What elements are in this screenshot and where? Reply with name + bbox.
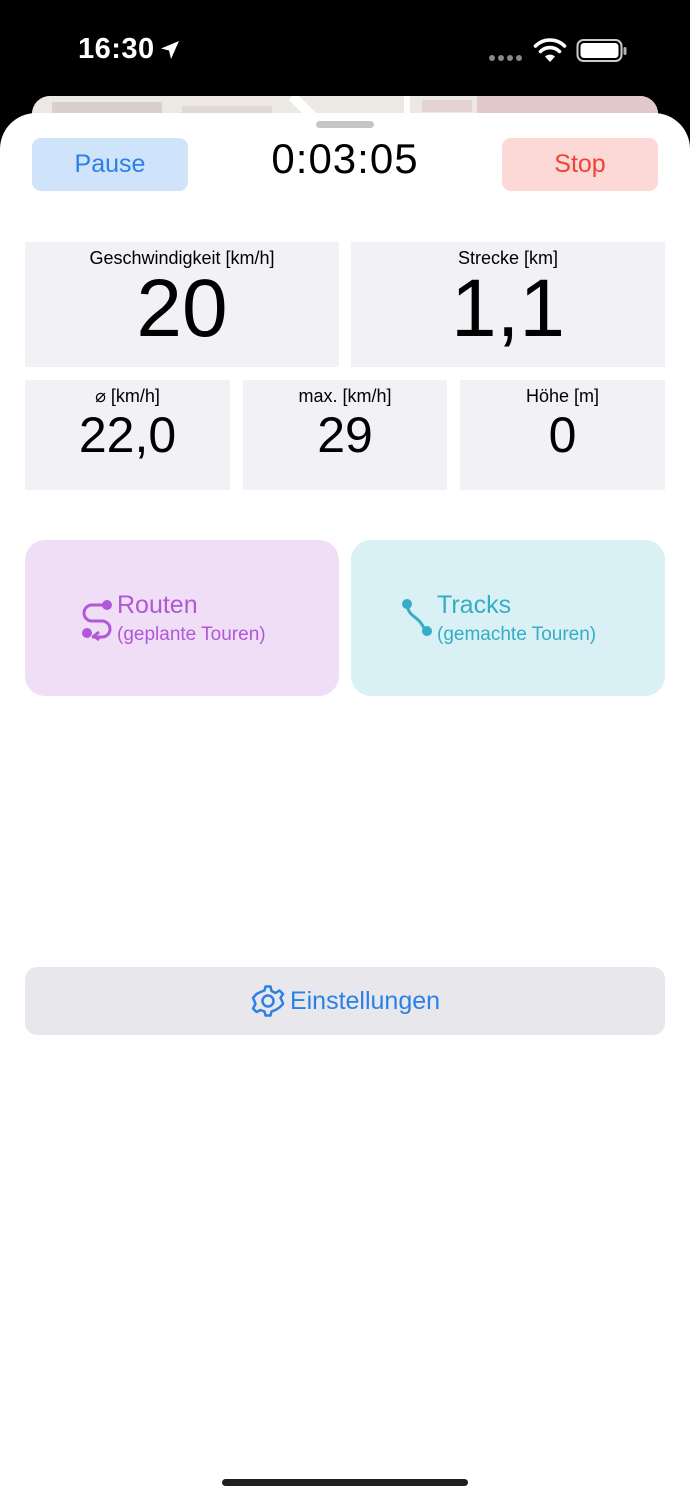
- tracks-subtitle: (gemachte Touren): [437, 624, 597, 645]
- wifi-icon: [533, 38, 567, 62]
- track-icon: [402, 599, 432, 636]
- max-speed-tile: max. [km/h] 29: [243, 380, 447, 490]
- status-bar: 16:30: [0, 0, 690, 100]
- bottom-sheet: Pause 0:03:05 Stop Geschwindigkeit [km/h…: [0, 113, 690, 1500]
- status-time: 16:30: [78, 33, 155, 65]
- avg-speed-value: 22,0: [78, 407, 177, 463]
- tracks-title: Tracks: [437, 591, 512, 619]
- avg-speed-tile: ⌀ [km/h] 22,0: [25, 380, 230, 490]
- avg-speed-label: ⌀ [km/h]: [95, 386, 160, 406]
- settings-label: Einstellungen: [289, 986, 441, 1015]
- speed-value: 20: [136, 263, 228, 354]
- distance-tile: Strecke [km] 1,1: [351, 242, 665, 367]
- tracks-button[interactable]: Tracks (gemachte Touren): [351, 540, 665, 696]
- altitude-tile: Höhe [m] 0: [460, 380, 665, 490]
- settings-button[interactable]: Einstellungen: [25, 967, 665, 1035]
- sheet-grabber[interactable]: [316, 121, 374, 128]
- location-arrow-icon: [161, 41, 179, 59]
- gear-icon: [251, 985, 285, 1017]
- signal-dots-icon: [489, 55, 522, 61]
- elapsed-time: 0:03:05: [271, 135, 419, 182]
- battery-icon: [576, 39, 627, 62]
- routes-button[interactable]: Routen (geplante Touren): [25, 540, 339, 696]
- max-speed-value: 29: [317, 407, 373, 463]
- pause-button[interactable]: Pause: [32, 138, 188, 191]
- max-speed-label: max. [km/h]: [298, 386, 392, 406]
- altitude-label: Höhe [m]: [525, 386, 600, 406]
- route-icon: [82, 600, 112, 641]
- stop-button[interactable]: Stop: [502, 138, 658, 191]
- routes-subtitle: (geplante Touren): [117, 624, 266, 645]
- speed-tile: Geschwindigkeit [km/h] 20: [25, 242, 339, 367]
- routes-title: Routen: [117, 591, 198, 619]
- altitude-value: 0: [548, 407, 577, 463]
- home-indicator[interactable]: [222, 1479, 468, 1486]
- distance-value: 1,1: [451, 263, 565, 354]
